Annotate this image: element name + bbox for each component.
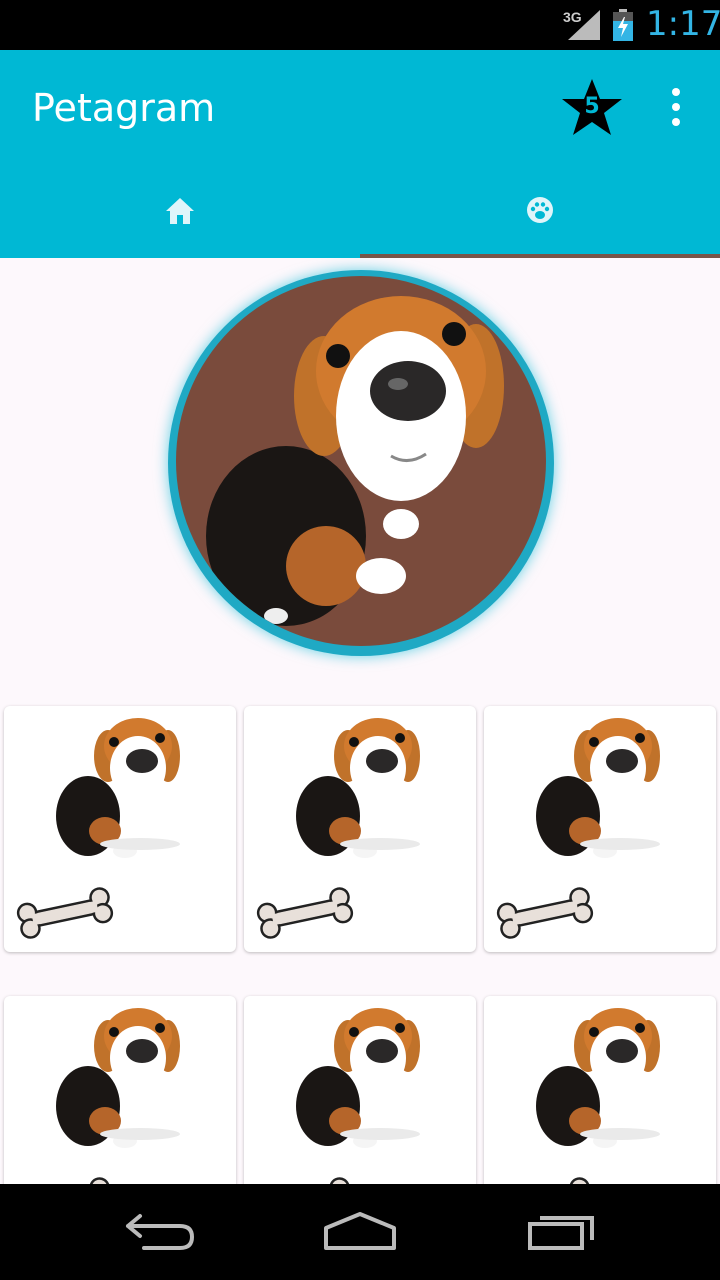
bone-icon[interactable] bbox=[494, 886, 596, 940]
beagle-puppy-image bbox=[536, 1008, 660, 1148]
beagle-puppy-image bbox=[206, 296, 504, 626]
back-icon[interactable] bbox=[124, 1210, 196, 1252]
recents-icon[interactable] bbox=[526, 1210, 598, 1252]
home-icon bbox=[166, 198, 194, 224]
tab-indicator bbox=[360, 254, 720, 258]
app-title: Petagram bbox=[32, 86, 216, 130]
rating-button[interactable]: 5 bbox=[560, 77, 624, 139]
tab-pet-profile[interactable] bbox=[360, 170, 720, 254]
system-nav-bar bbox=[0, 1184, 720, 1280]
pet-card[interactable] bbox=[244, 706, 476, 952]
bone-icon[interactable] bbox=[14, 886, 116, 940]
app-bar: Petagram 5 bbox=[0, 50, 720, 258]
signal-icon bbox=[568, 10, 600, 40]
status-time: 1:17 bbox=[646, 4, 720, 44]
home-icon[interactable] bbox=[322, 1210, 398, 1252]
beagle-puppy-image bbox=[56, 718, 180, 858]
more-vert-icon[interactable] bbox=[664, 88, 688, 126]
paw-icon bbox=[527, 197, 553, 223]
beagle-puppy-image bbox=[296, 718, 420, 858]
beagle-puppy-image bbox=[56, 1008, 180, 1148]
profile-photo bbox=[168, 270, 554, 656]
pet-card[interactable] bbox=[4, 706, 236, 952]
pet-card[interactable] bbox=[484, 706, 716, 952]
bone-icon[interactable] bbox=[254, 886, 356, 940]
status-bar: 3G 1:17 bbox=[0, 0, 720, 50]
tab-home[interactable] bbox=[0, 170, 360, 254]
battery-charging-icon bbox=[613, 9, 633, 41]
beagle-puppy-image bbox=[536, 718, 660, 858]
rating-count: 5 bbox=[584, 94, 600, 119]
beagle-puppy-image bbox=[296, 1008, 420, 1148]
